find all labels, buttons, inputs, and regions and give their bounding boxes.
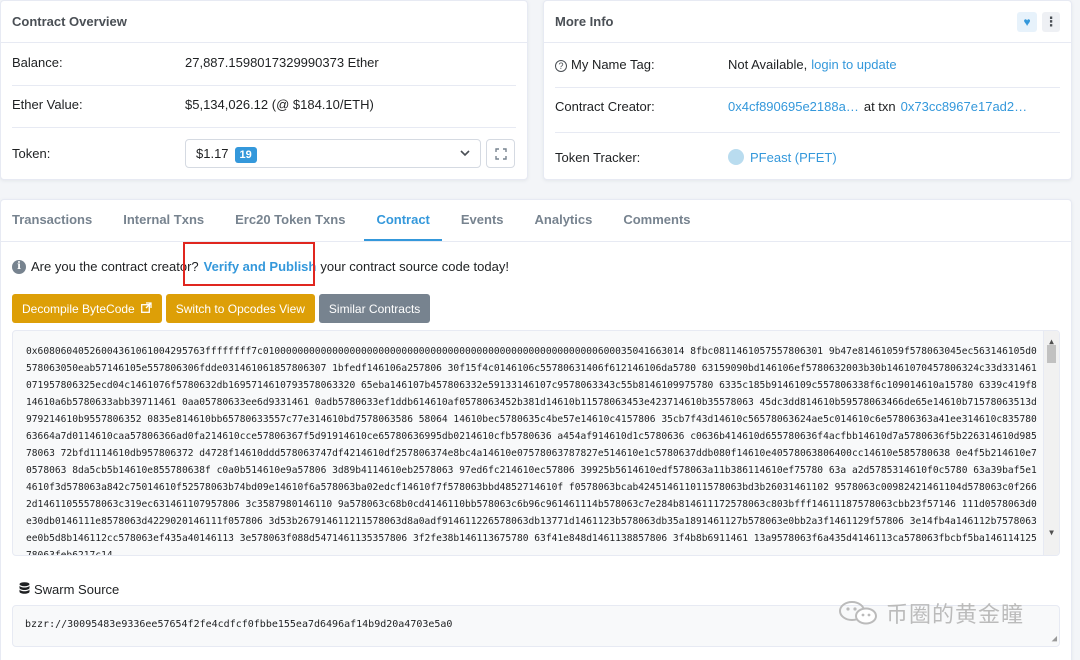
token-tracker-label: Token Tracker: bbox=[555, 149, 641, 165]
swarm-source-heading: Swarm Source bbox=[19, 582, 119, 597]
at-txn-text: at txn bbox=[863, 99, 896, 114]
token-holdings-dropdown[interactable]: $1.17 19 bbox=[185, 139, 481, 168]
divider bbox=[12, 85, 516, 86]
contract-overview-header: Contract Overview bbox=[1, 1, 527, 43]
tab-internal-txns[interactable]: Internal Txns bbox=[123, 200, 204, 241]
question-circle-icon: ? bbox=[555, 60, 567, 72]
tab-contract[interactable]: Contract bbox=[364, 200, 442, 241]
ether-value-row: Ether Value: $5,134,026.12 (@ $184.10/ET… bbox=[12, 97, 516, 112]
contract-details-card: Transactions Internal Txns Erc20 Token T… bbox=[0, 199, 1072, 660]
ether-value-label: Ether Value: bbox=[12, 97, 83, 112]
token-tracker-link[interactable]: PFeast (PFET) bbox=[750, 150, 837, 165]
watermark-text: 币圈的黄金瞳 bbox=[886, 603, 1025, 628]
creator-address-link[interactable]: 0x4cf890695e2188a… bbox=[728, 99, 859, 114]
token-logo-icon bbox=[728, 149, 744, 165]
bytecode-textarea[interactable]: 0x60806040526004361061004295763ffffffff7… bbox=[12, 330, 1060, 556]
tab-comments[interactable]: Comments bbox=[623, 200, 690, 241]
similar-contracts-button[interactable]: Similar Contracts bbox=[318, 294, 431, 323]
creator-txn-link[interactable]: 0x73cc8967e17ad2… bbox=[901, 99, 1028, 114]
scroll-down-icon[interactable]: ▼ bbox=[1044, 524, 1059, 541]
name-tag-label: My Name Tag: bbox=[571, 57, 655, 72]
more-info-header: More Info ♥ ⋮ bbox=[544, 1, 1071, 43]
balance-label: Balance: bbox=[12, 55, 63, 70]
database-icon bbox=[19, 582, 30, 597]
chevron-down-icon bbox=[460, 146, 470, 161]
info-icon: i bbox=[12, 259, 26, 274]
more-info-actions: ♥ ⋮ bbox=[1017, 11, 1060, 32]
token-tracker-row: Token Tracker: PFeast (PFET) bbox=[555, 149, 1060, 165]
expand-icon[interactable] bbox=[486, 139, 515, 168]
name-tag-row: ? My Name Tag: Not Available, login to up… bbox=[555, 57, 1060, 72]
decompile-bytecode-button[interactable]: Decompile ByteCode bbox=[12, 294, 162, 323]
bytecode-text: 0x60806040526004361061004295763ffffffff7… bbox=[26, 346, 1037, 556]
swarm-source-value: bzzr://30095483e9336ee57654f2fe4cdfcf0fb… bbox=[25, 619, 453, 630]
token-row: Token: $1.17 19 bbox=[12, 139, 516, 168]
heart-icon[interactable]: ♥ bbox=[1017, 11, 1037, 32]
tab-erc20-token-txns[interactable]: Erc20 Token Txns bbox=[235, 200, 345, 241]
balance-value: 27,887.1598017329990373 Ether bbox=[185, 55, 379, 70]
contract-overview-card: Contract Overview Balance: 27,887.159801… bbox=[0, 0, 528, 180]
bytecode-actions: Decompile ByteCode Switch to Opcodes Vie… bbox=[12, 294, 434, 323]
ether-value: $5,134,026.12 (@ $184.10/ETH) bbox=[185, 97, 374, 112]
notice-suffix: your contract source code today! bbox=[320, 259, 509, 274]
contract-creator-label: Contract Creator: bbox=[555, 99, 655, 114]
contract-overview-title: Contract Overview bbox=[12, 14, 127, 29]
vertical-dots-icon[interactable]: ⋮ bbox=[1042, 11, 1060, 32]
token-holdings-summary: $1.17 19 bbox=[196, 146, 257, 163]
token-value: $1.17 bbox=[196, 146, 229, 161]
more-info-title: More Info bbox=[555, 14, 614, 29]
name-tag-label-wrap: ? My Name Tag: bbox=[555, 57, 728, 72]
more-info-card: More Info ♥ ⋮ ? My Name Tag: Not Available… bbox=[543, 0, 1072, 180]
divider bbox=[12, 127, 516, 128]
tab-events[interactable]: Events bbox=[461, 200, 504, 241]
decompile-bytecode-label: Decompile ByteCode bbox=[22, 301, 135, 316]
tab-bar: Transactions Internal Txns Erc20 Token T… bbox=[1, 200, 1071, 242]
scrollbar-thumb[interactable] bbox=[1047, 345, 1056, 363]
chat-bubbles-icon bbox=[838, 600, 878, 626]
balance-row: Balance: 27,887.1598017329990373 Ether bbox=[12, 55, 516, 70]
divider bbox=[555, 132, 1060, 133]
switch-to-opcodes-button[interactable]: Switch to Opcodes View bbox=[165, 294, 315, 323]
tab-analytics[interactable]: Analytics bbox=[535, 200, 593, 241]
contract-creator-row: Contract Creator: 0x4cf890695e2188a… at … bbox=[555, 99, 1060, 114]
token-count-badge: 19 bbox=[234, 147, 257, 163]
external-link-icon bbox=[140, 301, 152, 316]
highlight-annotation-box bbox=[183, 242, 315, 286]
watermark: 币圈的黄金瞳 bbox=[838, 597, 1024, 629]
login-to-update-link[interactable]: login to update bbox=[811, 57, 896, 72]
name-tag-value: Not Available, bbox=[728, 57, 808, 72]
notice-prefix: Are you the contract creator? bbox=[31, 259, 199, 274]
token-label: Token: bbox=[12, 146, 51, 161]
swarm-source-label: Swarm Source bbox=[34, 582, 120, 597]
bytecode-scrollbar[interactable]: ▲ ▼ bbox=[1043, 331, 1059, 555]
divider bbox=[555, 87, 1060, 88]
resize-handle-icon[interactable]: ◢ bbox=[1052, 634, 1057, 644]
tab-transactions[interactable]: Transactions bbox=[12, 200, 92, 241]
